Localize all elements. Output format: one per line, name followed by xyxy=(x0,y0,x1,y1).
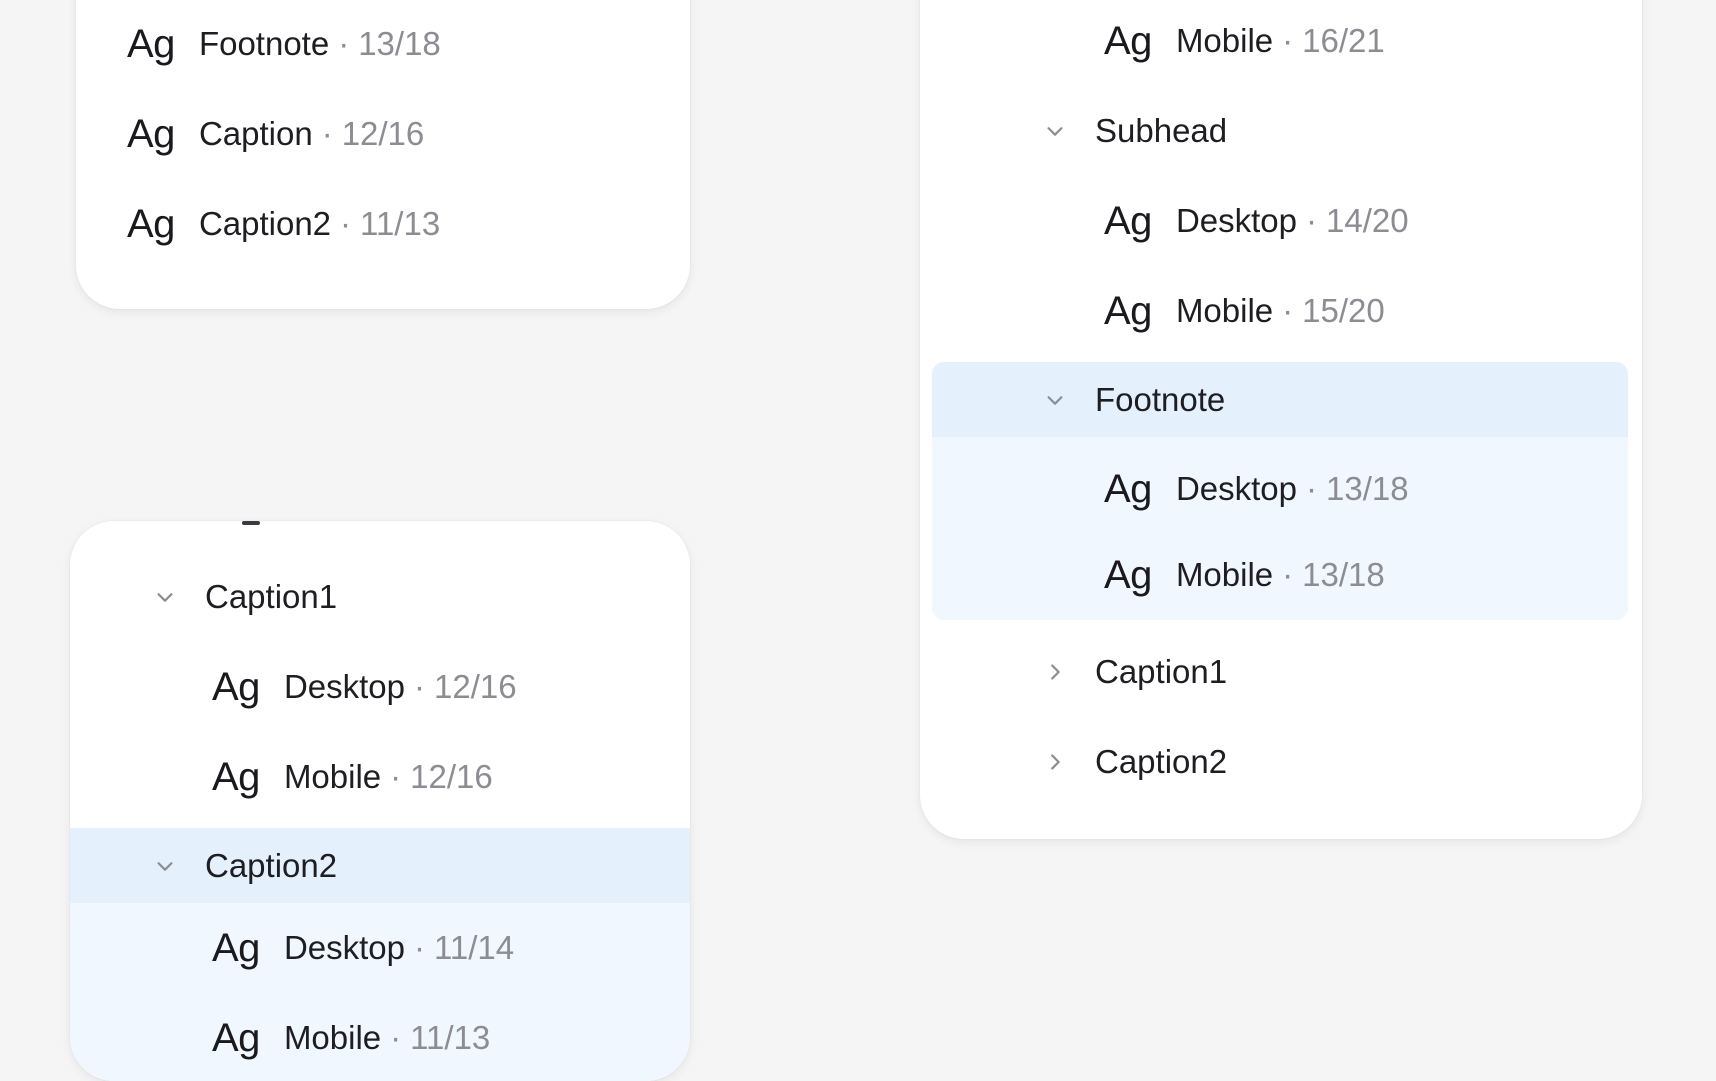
type-sample-glyph: Ag xyxy=(1104,288,1152,333)
separator-dot: · xyxy=(1306,201,1317,239)
separator-dot: · xyxy=(414,929,425,966)
type-style-size: 13/18 xyxy=(358,24,441,62)
type-sample-glyph: Ag xyxy=(1104,198,1152,243)
separator-dot: · xyxy=(1282,291,1294,329)
group-label: Subhead xyxy=(1095,111,1228,149)
chevron-down-icon[interactable] xyxy=(151,852,179,880)
type-sample-glyph: Ag xyxy=(212,1016,260,1060)
group-header-subhead[interactable]: Subhead xyxy=(920,93,1642,168)
type-sample-glyph: Ag xyxy=(127,21,175,66)
group-header-caption1[interactable]: Caption1 xyxy=(70,559,690,634)
type-sample-glyph: Ag xyxy=(1104,18,1152,63)
type-style-item-desktop[interactable]: Ag Desktop · 13/18 xyxy=(932,444,1628,534)
type-style-item-desktop[interactable]: Ag Desktop · 11/14 xyxy=(70,903,690,993)
group-label: Caption2 xyxy=(1095,742,1228,780)
type-style-name: Mobile xyxy=(283,1019,382,1056)
chevron-down-icon[interactable] xyxy=(1041,386,1069,414)
group-header-caption2[interactable]: Caption2 xyxy=(70,828,690,903)
type-styles-panel-top-left: Ag Footnote · 13/18 Ag Caption · 12/16 A… xyxy=(76,0,690,309)
group-label: Caption1 xyxy=(205,577,338,615)
type-style-size: 13/18 xyxy=(1302,556,1385,593)
separator-dot: · xyxy=(340,204,352,242)
separator-dot: · xyxy=(390,757,402,795)
type-style-size: 16/21 xyxy=(1302,21,1385,59)
type-sample-glyph: Ag xyxy=(212,754,260,799)
type-style-name: Mobile xyxy=(1175,291,1274,329)
separator-dot: · xyxy=(1282,21,1294,59)
type-sample-glyph: Ag xyxy=(212,664,260,709)
type-style-name: Footnote xyxy=(198,24,330,62)
scrolled-content-edge xyxy=(242,521,260,525)
type-style-size: 14/20 xyxy=(1326,201,1409,239)
type-style-item-footnote[interactable]: Ag Footnote · 13/18 xyxy=(76,6,690,81)
type-style-size: 13/18 xyxy=(1326,470,1409,507)
type-style-name: Desktop xyxy=(1175,470,1297,507)
type-sample-glyph: Ag xyxy=(127,201,175,246)
type-style-item-mobile[interactable]: Ag Mobile · 13/18 xyxy=(932,530,1628,620)
separator-dot: · xyxy=(321,114,333,152)
group-header-caption1[interactable]: Caption1 xyxy=(920,634,1642,709)
chevron-right-icon[interactable] xyxy=(1041,658,1069,686)
type-style-name: Caption xyxy=(198,114,313,152)
type-style-item-mobile[interactable]: Ag Mobile · 11/13 xyxy=(70,993,690,1081)
group-header-caption2[interactable]: Caption2 xyxy=(920,724,1642,799)
chevron-right-icon[interactable] xyxy=(1041,748,1069,776)
type-style-item-mobile[interactable]: Ag Mobile · 16/21 xyxy=(920,3,1642,78)
type-style-name: Desktop xyxy=(283,929,405,966)
type-style-size: 15/20 xyxy=(1302,291,1385,329)
chevron-down-icon[interactable] xyxy=(1041,117,1069,145)
type-style-name: Desktop xyxy=(283,667,405,705)
type-styles-panel-right: Ag Mobile · 16/21 Subhead Ag Desktop · 1… xyxy=(920,0,1642,839)
type-sample-glyph: Ag xyxy=(212,926,260,970)
type-style-size: 12/16 xyxy=(341,114,425,152)
type-style-size: 11/13 xyxy=(360,204,441,242)
type-sample-glyph: Ag xyxy=(1104,467,1152,511)
selected-group-footnote: Footnote Ag Desktop · 13/18 Ag Mobile · … xyxy=(932,362,1628,620)
type-sample-glyph: Ag xyxy=(127,111,175,156)
separator-dot: · xyxy=(1306,470,1317,507)
group-header-footnote[interactable]: Footnote xyxy=(932,362,1628,437)
group-label: Footnote xyxy=(1095,380,1226,418)
type-style-item-caption[interactable]: Ag Caption · 12/16 xyxy=(76,96,690,171)
separator-dot: · xyxy=(1282,556,1294,593)
type-sample-glyph: Ag xyxy=(1104,553,1152,597)
type-style-name: Desktop xyxy=(1175,201,1297,239)
group-label: Caption1 xyxy=(1095,652,1228,690)
type-style-item-mobile[interactable]: Ag Mobile · 12/16 xyxy=(70,739,690,814)
separator-dot: · xyxy=(338,24,350,62)
type-styles-panel-bottom-left: Caption1 Ag Desktop · 12/16 Ag Mobile · … xyxy=(70,521,690,1081)
type-style-item-desktop[interactable]: Ag Desktop · 14/20 xyxy=(920,183,1642,258)
type-style-size: 11/14 xyxy=(434,929,515,966)
group-label: Caption2 xyxy=(205,846,338,884)
type-style-item-caption2[interactable]: Ag Caption2 · 11/13 xyxy=(76,186,690,261)
type-style-name: Caption2 xyxy=(198,204,332,242)
type-style-size: 12/16 xyxy=(410,757,493,795)
type-style-size: 11/13 xyxy=(410,1019,491,1056)
type-style-item-mobile[interactable]: Ag Mobile · 15/20 xyxy=(920,273,1642,348)
chevron-down-icon[interactable] xyxy=(151,583,179,611)
type-style-item-desktop[interactable]: Ag Desktop · 12/16 xyxy=(70,649,690,724)
type-style-name: Mobile xyxy=(1175,556,1274,593)
separator-dot: · xyxy=(390,1019,402,1056)
separator-dot: · xyxy=(414,667,425,705)
type-style-name: Mobile xyxy=(283,757,382,795)
type-style-size: 12/16 xyxy=(434,667,517,705)
type-style-name: Mobile xyxy=(1175,21,1274,59)
